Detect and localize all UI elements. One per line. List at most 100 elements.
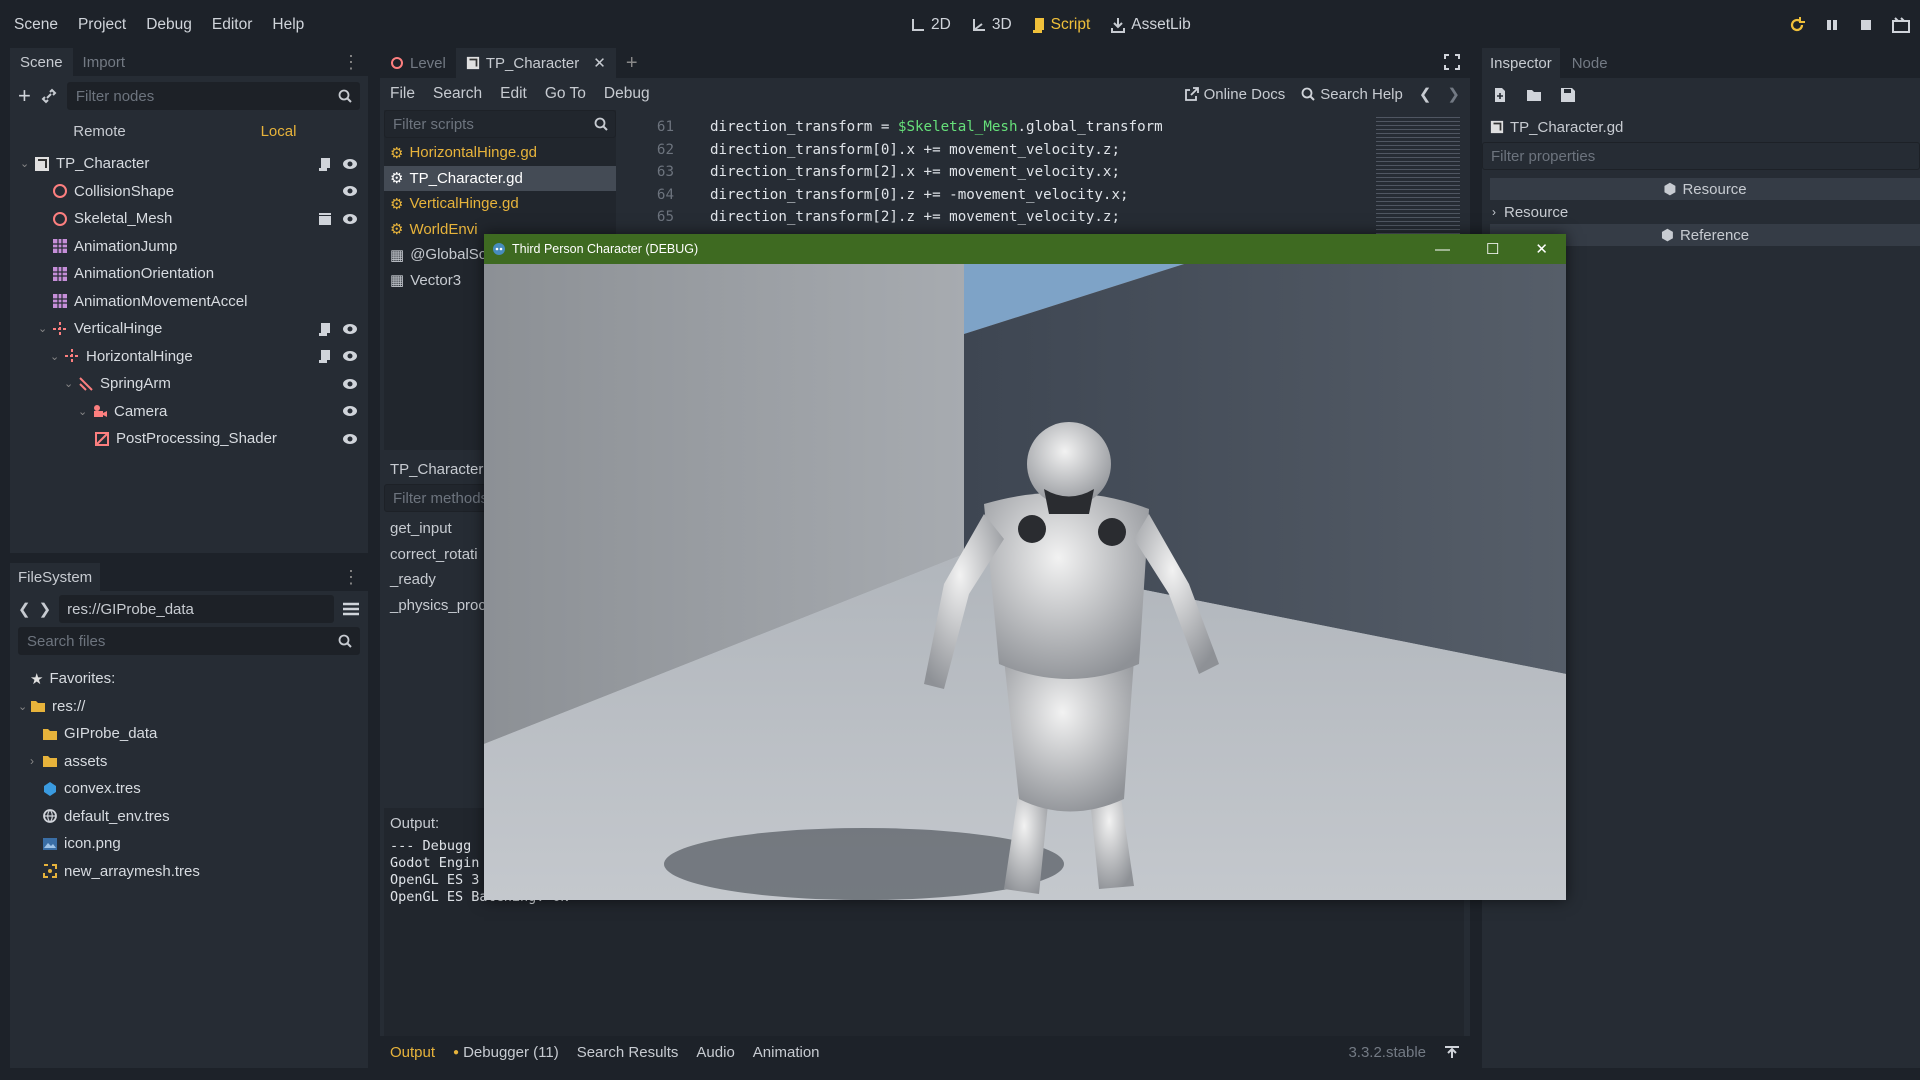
workspace-script-button[interactable]: Script	[1032, 16, 1090, 34]
workspace-2d-button[interactable]: 2D	[910, 16, 951, 34]
workspace-assetlib-button[interactable]: AssetLib	[1110, 16, 1191, 34]
tree-node-verticalhinge[interactable]: ⌄ VerticalHinge	[10, 315, 368, 343]
save-icon[interactable]	[1560, 87, 1576, 103]
script-menu-goto[interactable]: Go To	[545, 85, 586, 103]
collapse-arrow-icon[interactable]: ⌄	[38, 322, 52, 335]
filter-scripts-input[interactable]	[384, 110, 616, 138]
game-window-titlebar[interactable]: Third Person Character (DEBUG) — ☐ ✕	[484, 234, 1566, 264]
workspace-3d-button[interactable]: 3D	[971, 16, 1012, 34]
menu-scene[interactable]: Scene	[14, 16, 58, 34]
tab-scene[interactable]: Scene	[10, 48, 73, 76]
script-menu-file[interactable]: File	[390, 85, 415, 103]
collapse-arrow-icon[interactable]: ⌄	[78, 405, 92, 418]
script-item[interactable]: ⚙ VerticalHinge.gd	[384, 191, 616, 217]
favorites-item[interactable]: ★ Favorites:	[10, 665, 368, 693]
tab-node[interactable]: Node	[1560, 55, 1620, 72]
play-scene-icon[interactable]	[1892, 17, 1910, 33]
dock-menu-icon[interactable]: ⋮	[342, 567, 360, 588]
resource-section[interactable]: › Resource	[1482, 200, 1920, 224]
clapperboard-icon[interactable]	[318, 212, 332, 226]
back-arrow-icon[interactable]: ❮	[18, 600, 31, 618]
visibility-eye-icon[interactable]	[342, 323, 358, 335]
tree-node-skeletal-mesh[interactable]: Skeletal_Mesh	[10, 205, 368, 233]
menu-editor[interactable]: Editor	[212, 16, 253, 34]
script-item-selected[interactable]: ⚙ TP_Character.gd	[384, 165, 616, 191]
stop-icon[interactable]	[1858, 17, 1874, 33]
path-field[interactable]: res://GIProbe_data	[59, 595, 334, 623]
visibility-eye-icon[interactable]	[342, 158, 358, 170]
tree-node-postprocessing-shader[interactable]: PostProcessing_Shader	[10, 425, 368, 453]
visibility-eye-icon[interactable]	[342, 405, 358, 417]
minimize-icon[interactable]: —	[1435, 241, 1450, 258]
menu-project[interactable]: Project	[78, 16, 126, 34]
close-tab-icon[interactable]: ✕	[593, 54, 606, 72]
link-icon[interactable]	[41, 88, 57, 104]
bottom-tab-audio[interactable]: Audio	[696, 1044, 734, 1061]
close-window-icon[interactable]: ✕	[1535, 240, 1548, 258]
res-root-item[interactable]: ⌄ res://	[10, 693, 368, 721]
visibility-eye-icon[interactable]	[342, 433, 358, 445]
script-item[interactable]: ⚙ HorizontalHinge.gd	[384, 140, 616, 166]
tree-node-tp-character[interactable]: ⌄ TP_Character	[10, 150, 368, 178]
tree-node-animationorientation[interactable]: AnimationOrientation	[10, 260, 368, 288]
list-view-icon[interactable]	[342, 601, 360, 617]
visibility-eye-icon[interactable]	[342, 185, 358, 197]
tab-inspector[interactable]: Inspector	[1482, 48, 1560, 78]
inspected-file[interactable]: TP_Character.gd	[1482, 112, 1920, 142]
collapse-arrow-icon[interactable]: ⌄	[50, 350, 64, 363]
tree-node-animationjump[interactable]: AnimationJump	[10, 233, 368, 261]
search-files-input[interactable]	[18, 627, 360, 655]
visibility-eye-icon[interactable]	[342, 378, 358, 390]
maximize-icon[interactable]: ☐	[1486, 240, 1499, 258]
tab-filesystem[interactable]: FileSystem	[10, 563, 101, 591]
search-help-button[interactable]: Search Help	[1301, 86, 1403, 103]
remote-tab[interactable]: Remote	[10, 123, 189, 140]
file-item[interactable]: convex.tres	[10, 775, 368, 803]
new-resource-icon[interactable]	[1492, 87, 1508, 103]
script-menu-debug[interactable]: Debug	[604, 85, 650, 103]
tree-node-collisionshape[interactable]: CollisionShape	[10, 178, 368, 206]
filter-properties-input[interactable]	[1482, 142, 1920, 170]
visibility-eye-icon[interactable]	[342, 213, 358, 225]
bottom-tab-search-results[interactable]: Search Results	[577, 1044, 679, 1061]
open-folder-icon[interactable]	[1526, 88, 1542, 102]
online-docs-button[interactable]: Online Docs	[1184, 86, 1285, 103]
file-item[interactable]: icon.png	[10, 830, 368, 858]
fullscreen-icon[interactable]	[1444, 54, 1460, 70]
bottom-tab-output[interactable]: Output	[390, 1044, 435, 1061]
expand-arrow-icon[interactable]: ›	[30, 754, 42, 768]
history-back-icon[interactable]: ❮	[1419, 85, 1432, 103]
file-item[interactable]: new_arraymesh.tres	[10, 858, 368, 886]
expand-panel-icon[interactable]	[1444, 1045, 1460, 1059]
file-item[interactable]: › assets	[10, 748, 368, 776]
local-tab[interactable]: Local	[189, 123, 368, 140]
script-attached-icon[interactable]	[318, 349, 332, 364]
tree-node-springarm[interactable]: ⌄ SpringArm	[10, 370, 368, 398]
dock-menu-icon[interactable]: ⋮	[342, 52, 360, 73]
tree-node-horizontalhinge[interactable]: ⌄ HorizontalHinge	[10, 343, 368, 371]
pause-icon[interactable]	[1824, 17, 1840, 33]
file-item[interactable]: default_env.tres	[10, 803, 368, 831]
add-node-icon[interactable]: +	[18, 83, 31, 109]
script-menu-search[interactable]: Search	[433, 85, 482, 103]
file-item[interactable]: GIProbe_data	[10, 720, 368, 748]
add-tab-icon[interactable]: +	[626, 52, 638, 75]
tab-tp-character[interactable]: TP_Character ✕	[455, 48, 616, 78]
script-menu-edit[interactable]: Edit	[500, 85, 527, 103]
menu-help[interactable]: Help	[272, 16, 304, 34]
visibility-eye-icon[interactable]	[342, 350, 358, 362]
tree-node-camera[interactable]: ⌄ Camera	[10, 398, 368, 426]
bottom-tab-debugger[interactable]: ● Debugger (11)	[453, 1044, 559, 1061]
collapse-arrow-icon[interactable]: ⌄	[18, 700, 30, 713]
menu-debug[interactable]: Debug	[146, 16, 192, 34]
script-attached-icon[interactable]	[318, 157, 332, 171]
tree-node-animationmovementaccel[interactable]: AnimationMovementAccel	[10, 288, 368, 316]
tab-level[interactable]: Level	[380, 55, 456, 72]
reload-icon[interactable]	[1788, 16, 1806, 34]
collapse-arrow-icon[interactable]: ⌄	[64, 377, 78, 390]
history-forward-icon[interactable]: ❯	[1447, 85, 1460, 103]
code-minimap[interactable]	[1376, 114, 1460, 234]
forward-arrow-icon[interactable]: ❯	[39, 600, 52, 618]
script-attached-icon[interactable]	[318, 322, 332, 336]
filter-nodes-input[interactable]	[66, 82, 360, 110]
